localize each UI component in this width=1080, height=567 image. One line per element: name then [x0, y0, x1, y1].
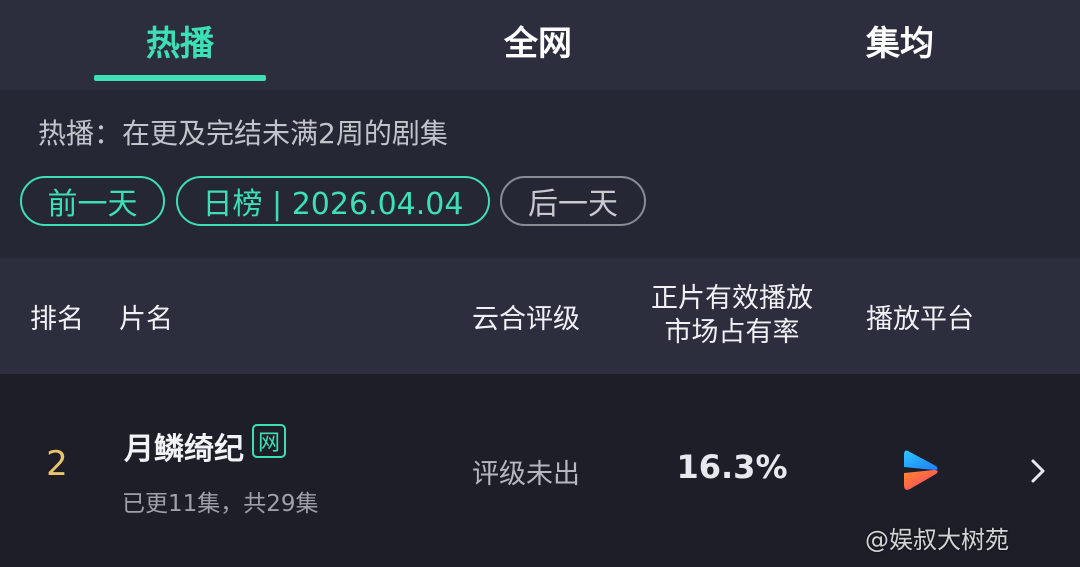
rating-value: 评级未出	[472, 459, 580, 490]
tab-bar: 热播 全网 集均	[0, 0, 1080, 90]
header-rating: 云合评级	[472, 303, 580, 335]
header-title: 片名	[119, 303, 173, 335]
header-market-share-line1: 正片有效播放	[651, 283, 813, 314]
tab-episode-average[interactable]: 集均	[814, 0, 986, 90]
header-platform: 播放平台	[866, 303, 974, 335]
header-rank: 排名	[30, 303, 84, 335]
youku-play-icon	[904, 450, 938, 490]
episode-progress: 已更11集，共29集	[122, 491, 319, 517]
chart-description: 热播：在更及完结未满2周的剧集	[38, 117, 448, 150]
show-title: 月鳞绮纪	[124, 432, 244, 467]
web-series-badge: 网	[252, 424, 286, 458]
header-market-share-line2: 市场占有率	[664, 317, 800, 348]
rank-number: 2	[46, 444, 68, 484]
watermark: @娱叔大树苑	[865, 526, 1009, 554]
tab-all-network[interactable]: 全网	[452, 0, 624, 90]
table-header: 排名 片名 云合评级 正片有效播放 市场占有率 播放平台	[0, 258, 1080, 374]
header-market-share: 正片有效播放 市场占有率	[640, 258, 824, 374]
next-day-button[interactable]: 后一天	[500, 176, 646, 226]
date-selector[interactable]: 日榜 | 2026.04.04	[176, 176, 490, 226]
active-tab-indicator	[94, 75, 266, 81]
prev-day-button[interactable]: 前一天	[20, 176, 165, 226]
market-share-value: 16.3%	[676, 448, 788, 486]
info-panel: 热播：在更及完结未满2周的剧集 前一天 日榜 | 2026.04.04 后一天	[0, 90, 1080, 258]
chevron-right-icon[interactable]	[1028, 458, 1048, 484]
